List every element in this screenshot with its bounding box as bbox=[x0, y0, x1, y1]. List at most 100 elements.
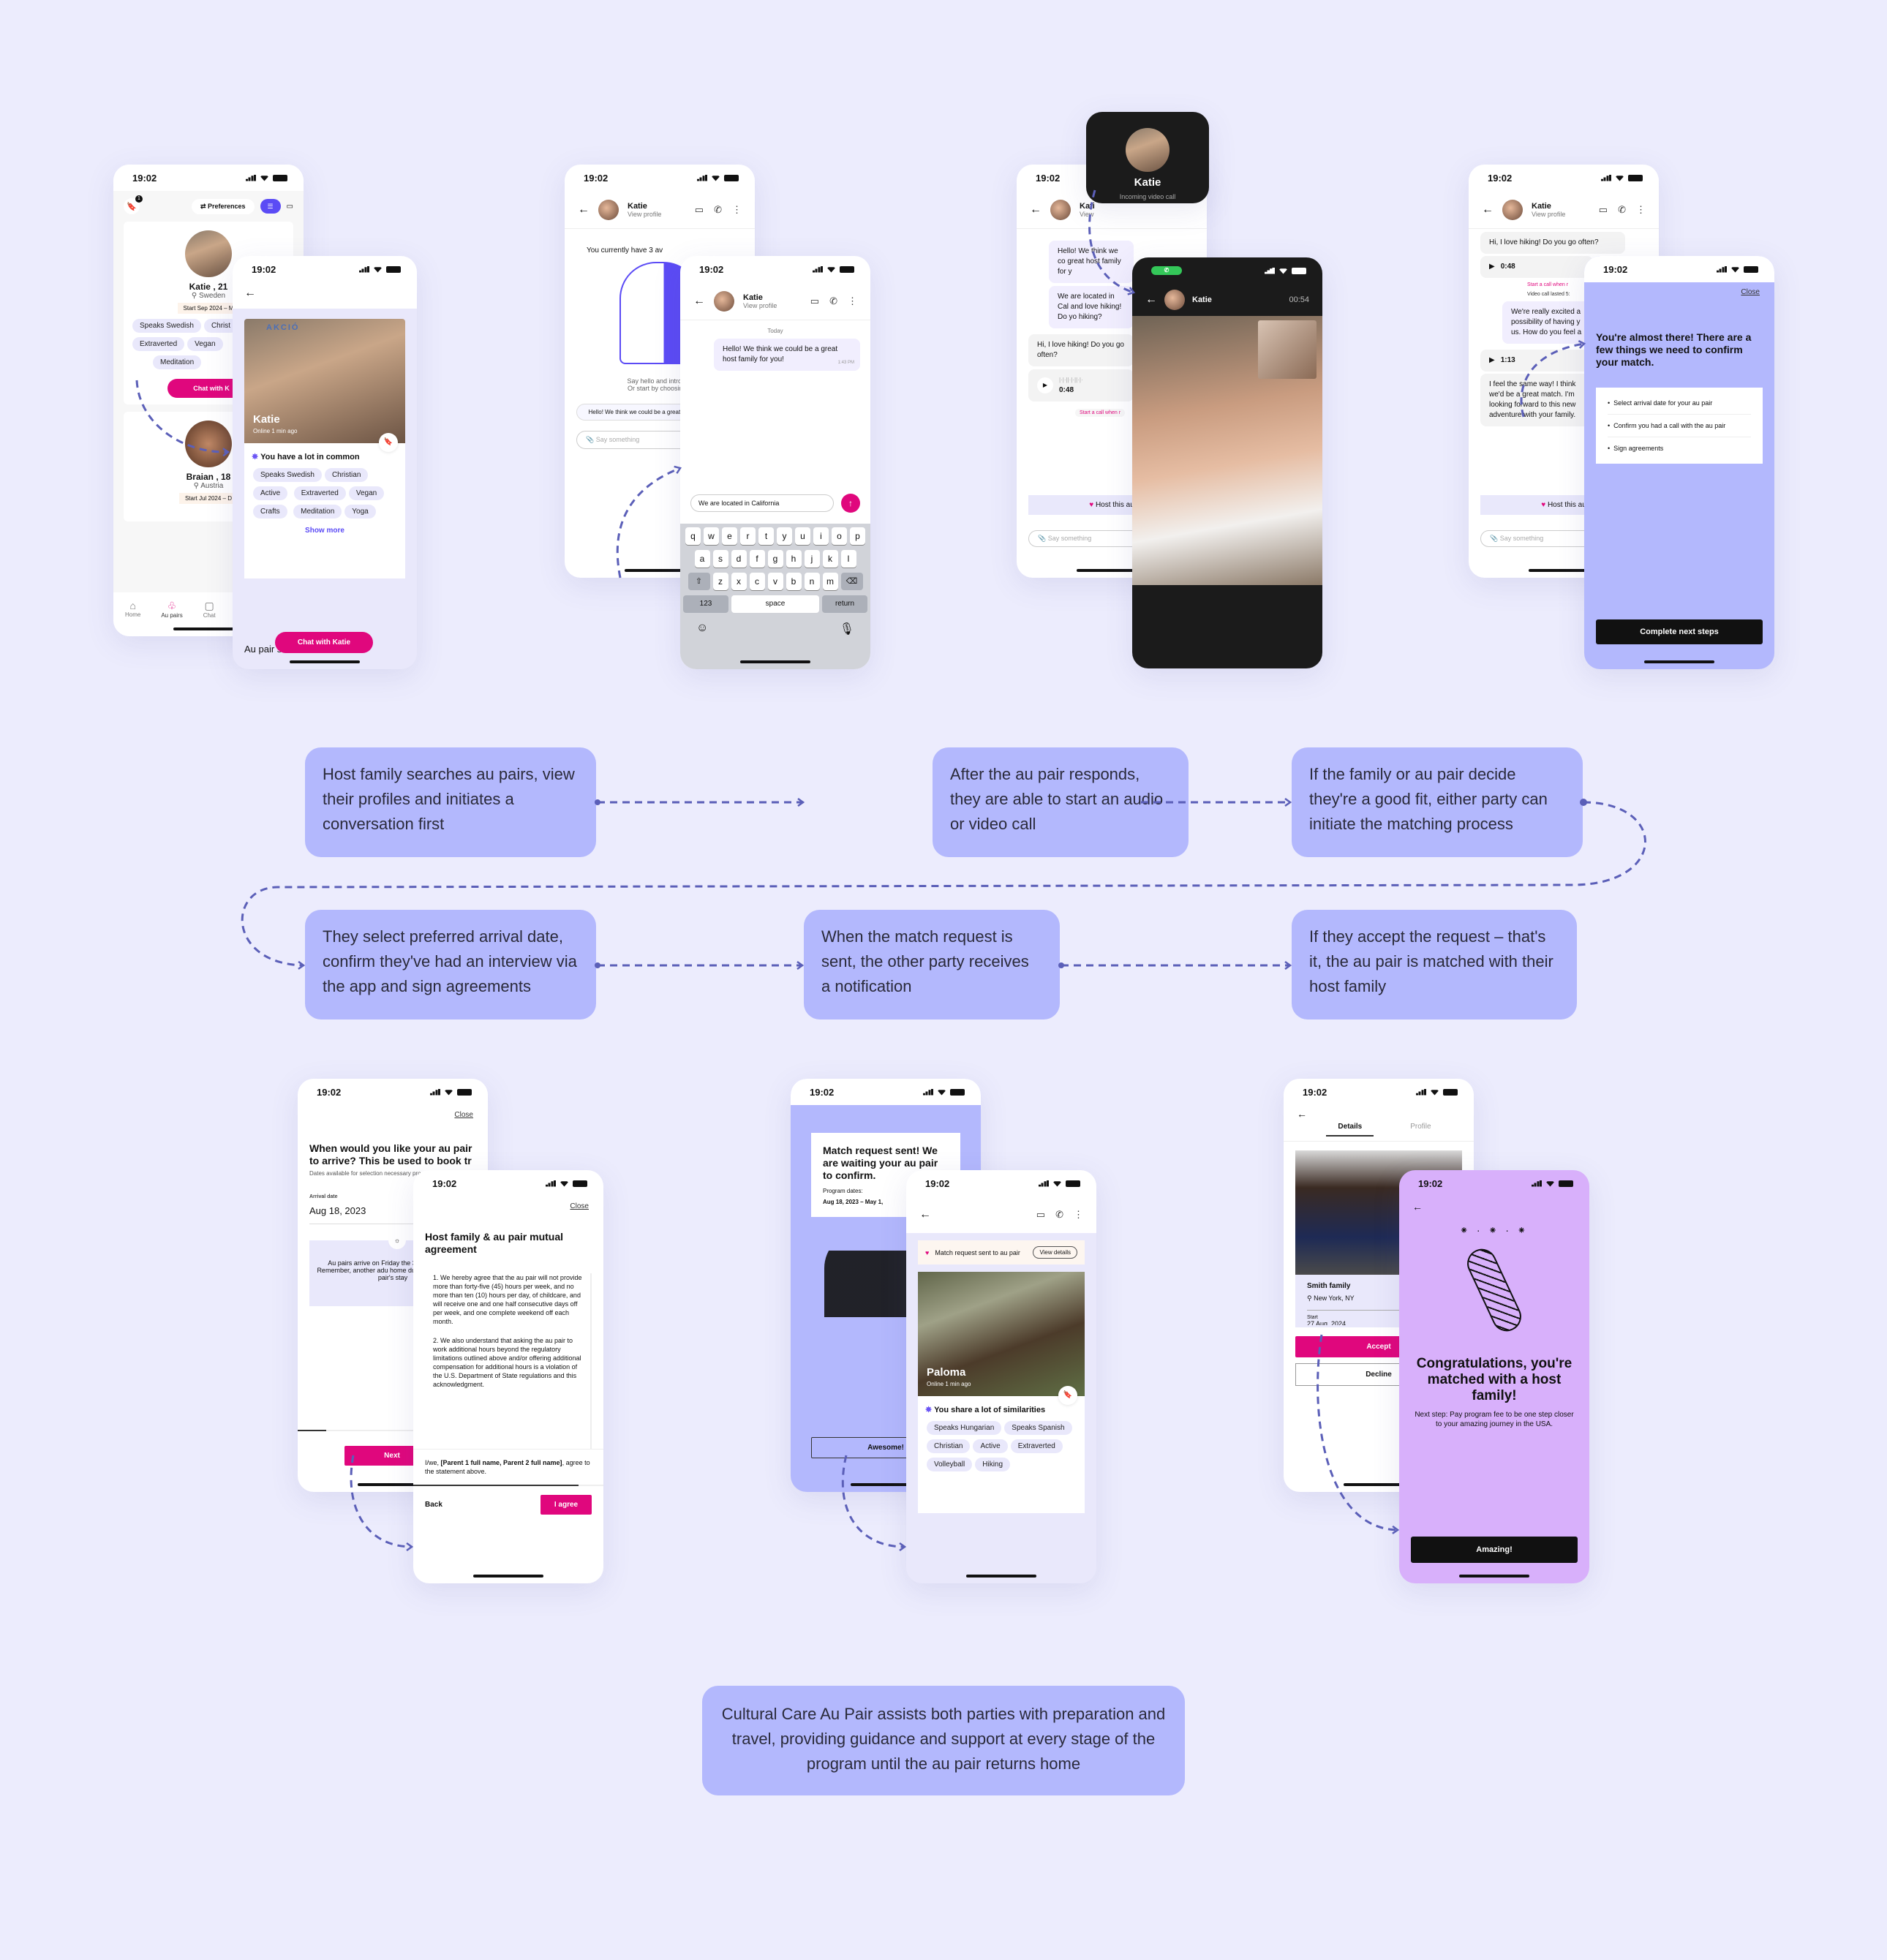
play-icon[interactable]: ▶ bbox=[1037, 377, 1053, 393]
key-l[interactable]: l bbox=[840, 550, 856, 568]
key-b[interactable]: b bbox=[786, 573, 802, 590]
more-icon[interactable]: ⋮ bbox=[1636, 204, 1646, 216]
profile-photo[interactable]: Paloma Online 1 min ago bbox=[918, 1272, 1085, 1396]
au-pair-profile-screen: 19:02 ← AKCIÓ Katie Online 1 min ago 🔖 ✸… bbox=[233, 256, 417, 669]
bookmark-button[interactable]: 🔖 bbox=[379, 433, 398, 452]
agreement-text[interactable]: 1. We hereby agree that the au pair will… bbox=[433, 1273, 592, 1449]
profile-photo[interactable]: AKCIÓ Katie Online 1 min ago bbox=[244, 319, 405, 443]
voice-message[interactable]: ▶ |·|·||·|·||·|· 0:48 bbox=[1028, 369, 1134, 402]
back-arrow-icon[interactable]: ← bbox=[1030, 203, 1042, 216]
video-call-icon[interactable]: ▭ bbox=[1036, 1209, 1045, 1221]
key-f[interactable]: f bbox=[749, 550, 765, 568]
back-arrow-icon[interactable]: ← bbox=[1399, 1196, 1589, 1217]
nav-au-pairs[interactable]: ♧ Au pairs bbox=[161, 600, 182, 629]
more-icon[interactable]: ⋮ bbox=[848, 295, 857, 307]
key-c[interactable]: c bbox=[749, 573, 765, 590]
incoming-call-card[interactable]: Katie Incoming video call bbox=[1086, 112, 1209, 203]
video-call-icon[interactable]: ▭ bbox=[695, 204, 704, 216]
voice-message[interactable]: ▶ 0:48 bbox=[1480, 256, 1593, 278]
video-call-icon[interactable]: ▭ bbox=[810, 295, 819, 307]
key-m[interactable]: m bbox=[822, 573, 838, 590]
message-input[interactable]: We are located in California bbox=[690, 494, 834, 512]
sparkle-star-icon: ✸ bbox=[925, 1406, 935, 1414]
view-details-button[interactable]: View details bbox=[1033, 1246, 1077, 1259]
nav-home[interactable]: ⌂ Home bbox=[125, 600, 140, 629]
send-button[interactable]: ↑ bbox=[841, 494, 860, 513]
more-icon[interactable]: ⋮ bbox=[732, 204, 742, 216]
shift-key[interactable]: ⇧ bbox=[688, 573, 710, 590]
voice-message[interactable]: ▶ 1:13 bbox=[1480, 350, 1593, 372]
back-arrow-icon[interactable]: ← bbox=[919, 1208, 931, 1221]
chat-header: ← Katie View profile ▭ ✆ ⋮ bbox=[680, 282, 870, 320]
video-call-icon[interactable]: ▭ bbox=[1599, 204, 1608, 216]
delete-key[interactable]: ⌫ bbox=[840, 573, 863, 590]
phone-icon[interactable]: ✆ bbox=[714, 204, 722, 216]
phone-icon[interactable]: ✆ bbox=[1618, 204, 1626, 216]
emoji-icon[interactable]: ☺ bbox=[696, 622, 708, 636]
play-icon[interactable]: ▶ bbox=[1489, 355, 1495, 366]
i-agree-button[interactable]: I agree bbox=[541, 1495, 592, 1515]
video-call-screen: ✆ ← Katie 00:54 bbox=[1132, 257, 1322, 668]
flow-step-3: If the family or au pair decide they're … bbox=[1292, 747, 1583, 857]
back-arrow-icon[interactable]: ← bbox=[1145, 293, 1157, 306]
keyboard: qwertyuiop asdfghjkl ⇧ zxcvbnm ⌫ 123 spa… bbox=[680, 524, 870, 669]
complete-next-steps-button[interactable]: Complete next steps bbox=[1596, 619, 1763, 644]
back-arrow-icon[interactable]: ← bbox=[1284, 1105, 1474, 1123]
avatar[interactable] bbox=[1050, 199, 1071, 220]
close-link[interactable]: Close bbox=[413, 1196, 603, 1216]
key-r[interactable]: r bbox=[740, 527, 756, 545]
numbers-key[interactable]: 123 bbox=[683, 595, 728, 613]
close-link[interactable]: Close bbox=[298, 1105, 488, 1125]
key-y[interactable]: y bbox=[777, 527, 792, 545]
key-v[interactable]: v bbox=[767, 573, 783, 590]
phone-icon[interactable]: ✆ bbox=[829, 295, 837, 307]
amazing-button[interactable]: Amazing! bbox=[1411, 1537, 1578, 1563]
key-z[interactable]: z bbox=[712, 573, 728, 590]
bookmark-button[interactable]: 🔖 1 bbox=[124, 195, 143, 214]
back-button[interactable]: ← bbox=[233, 282, 417, 309]
more-icon[interactable]: ⋮ bbox=[1074, 1209, 1083, 1221]
back-arrow-icon[interactable]: ← bbox=[1482, 203, 1494, 216]
key-h[interactable]: h bbox=[786, 550, 802, 568]
key-u[interactable]: u bbox=[795, 527, 810, 545]
key-e[interactable]: e bbox=[722, 527, 737, 545]
phone-icon[interactable]: ✆ bbox=[1055, 1209, 1063, 1221]
space-key[interactable]: space bbox=[731, 595, 819, 613]
microphone-icon[interactable]: 🎙 bbox=[840, 622, 854, 636]
chat-with-katie-button[interactable]: Chat with Katie bbox=[275, 632, 373, 653]
play-icon[interactable]: ▶ bbox=[1489, 262, 1495, 272]
avatar[interactable] bbox=[714, 290, 734, 312]
key-j[interactable]: j bbox=[804, 550, 820, 568]
list-view-toggle[interactable]: ☰ bbox=[260, 199, 281, 214]
return-key[interactable]: return bbox=[822, 595, 867, 613]
key-g[interactable]: g bbox=[767, 550, 783, 568]
key-k[interactable]: k bbox=[822, 550, 838, 568]
back-arrow-icon[interactable]: ← bbox=[578, 203, 590, 216]
back-button[interactable]: Back bbox=[425, 1501, 442, 1509]
back-arrow-icon[interactable]: ← bbox=[693, 295, 705, 308]
key-a[interactable]: a bbox=[694, 550, 710, 568]
nav-chat[interactable]: ▢ Chat bbox=[203, 600, 216, 629]
key-p[interactable]: p bbox=[850, 527, 865, 545]
tab-details[interactable]: Details bbox=[1326, 1123, 1374, 1137]
avatar[interactable] bbox=[1502, 199, 1523, 220]
key-x[interactable]: x bbox=[731, 573, 747, 590]
key-o[interactable]: o bbox=[832, 527, 847, 545]
key-d[interactable]: d bbox=[731, 550, 747, 568]
key-s[interactable]: s bbox=[712, 550, 728, 568]
key-i[interactable]: i bbox=[813, 527, 829, 545]
preferences-button[interactable]: ⇄ Preferences bbox=[191, 198, 255, 214]
tag-chip: Speaks Swedish bbox=[253, 468, 322, 482]
key-w[interactable]: w bbox=[704, 527, 719, 545]
show-more-link[interactable]: Show more bbox=[252, 527, 398, 535]
tab-profile[interactable]: Profile bbox=[1410, 1123, 1431, 1137]
key-t[interactable]: t bbox=[758, 527, 774, 545]
self-video-preview[interactable] bbox=[1258, 320, 1317, 379]
avatar[interactable] bbox=[598, 199, 619, 220]
key-q[interactable]: q bbox=[685, 527, 701, 545]
card-view-toggle[interactable]: ▭ bbox=[287, 203, 293, 211]
key-n[interactable]: n bbox=[804, 573, 820, 590]
active-call-pill[interactable]: ✆ bbox=[1151, 266, 1182, 275]
close-link[interactable]: Close bbox=[1584, 282, 1774, 302]
bookmark-button[interactable]: 🔖 bbox=[1058, 1386, 1077, 1405]
